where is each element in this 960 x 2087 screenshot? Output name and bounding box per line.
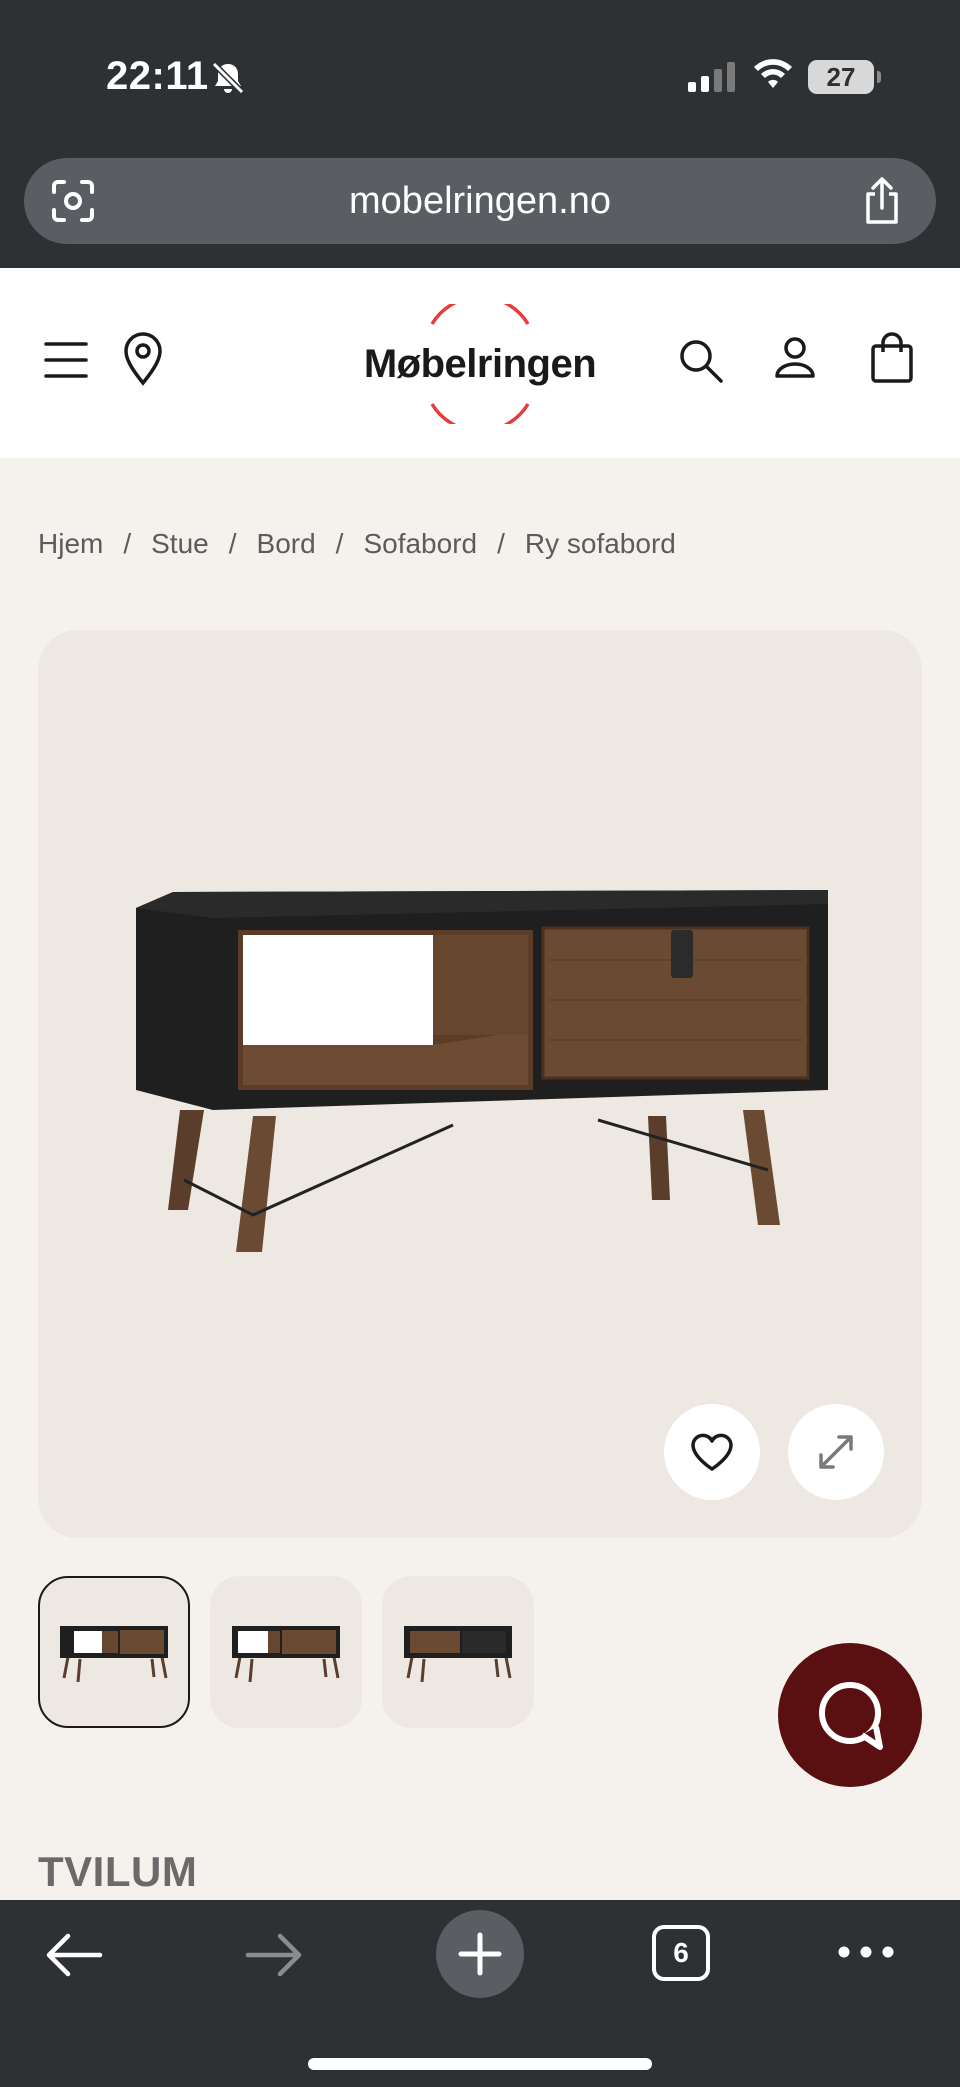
share-icon[interactable] bbox=[860, 176, 904, 226]
browser-chrome: 22:11 27 mobelringen.no bbox=[0, 0, 960, 268]
user-icon[interactable] bbox=[774, 336, 816, 380]
home-indicator bbox=[308, 2058, 652, 2070]
breadcrumb-item-current: Ry sofabord bbox=[524, 528, 676, 559]
breadcrumb: Hjem / Stue / Bord / Sofabord / Ry sofab… bbox=[38, 528, 676, 560]
tab-switcher-button[interactable]: 6 bbox=[652, 1925, 710, 1981]
battery-indicator: 27 bbox=[808, 60, 881, 94]
forward-arrow-icon[interactable] bbox=[244, 1930, 304, 1980]
fullscreen-button[interactable] bbox=[788, 1404, 884, 1500]
site-header: Møbelringen bbox=[0, 268, 960, 458]
thumbnail-image bbox=[404, 1626, 512, 1682]
back-arrow-icon[interactable] bbox=[44, 1930, 104, 1980]
favorite-button[interactable] bbox=[664, 1404, 760, 1500]
breadcrumb-item-stue[interactable]: Stue bbox=[151, 528, 209, 560]
url-text[interactable]: mobelringen.no bbox=[24, 158, 936, 244]
more-icon[interactable] bbox=[838, 1944, 894, 1960]
product-brand[interactable]: TVILUM bbox=[38, 1848, 197, 1896]
gallery-thumbnail[interactable] bbox=[382, 1576, 534, 1728]
browser-toolbar: 6 bbox=[0, 1900, 960, 2087]
expand-icon bbox=[819, 1435, 853, 1469]
breadcrumb-item-hjem[interactable]: Hjem bbox=[38, 528, 103, 560]
site-logo[interactable]: Møbelringen bbox=[360, 304, 600, 424]
chat-button[interactable] bbox=[778, 1643, 922, 1787]
location-pin-icon[interactable] bbox=[122, 332, 164, 386]
search-icon[interactable] bbox=[678, 338, 724, 384]
menu-icon[interactable] bbox=[44, 340, 88, 380]
muted-bell-icon bbox=[211, 61, 245, 95]
cell-signal-icon bbox=[688, 62, 735, 92]
thumbnail-image bbox=[60, 1626, 168, 1682]
wifi-icon bbox=[754, 59, 792, 88]
product-image[interactable] bbox=[128, 880, 858, 1270]
thumbnail-image bbox=[232, 1626, 340, 1682]
product-gallery[interactable] bbox=[38, 630, 922, 1538]
shopping-bag-icon[interactable] bbox=[870, 332, 914, 384]
address-bar[interactable]: mobelringen.no bbox=[24, 158, 936, 244]
logo-text: Møbelringen bbox=[363, 342, 597, 386]
breadcrumb-separator: / bbox=[228, 528, 237, 559]
breadcrumb-separator: / bbox=[335, 528, 344, 559]
gallery-thumbnail[interactable] bbox=[38, 1576, 190, 1728]
gallery-thumbnail[interactable] bbox=[210, 1576, 362, 1728]
chat-icon bbox=[819, 1682, 883, 1750]
new-tab-button[interactable] bbox=[436, 1910, 524, 1998]
breadcrumb-separator: / bbox=[123, 528, 132, 559]
breadcrumb-item-sofabord[interactable]: Sofabord bbox=[363, 528, 477, 560]
breadcrumb-separator: / bbox=[497, 528, 505, 559]
breadcrumb-item-bord[interactable]: Bord bbox=[257, 528, 316, 560]
heart-icon bbox=[691, 1433, 733, 1471]
plus-icon bbox=[458, 1932, 502, 1976]
status-time: 22:11 bbox=[106, 54, 209, 98]
